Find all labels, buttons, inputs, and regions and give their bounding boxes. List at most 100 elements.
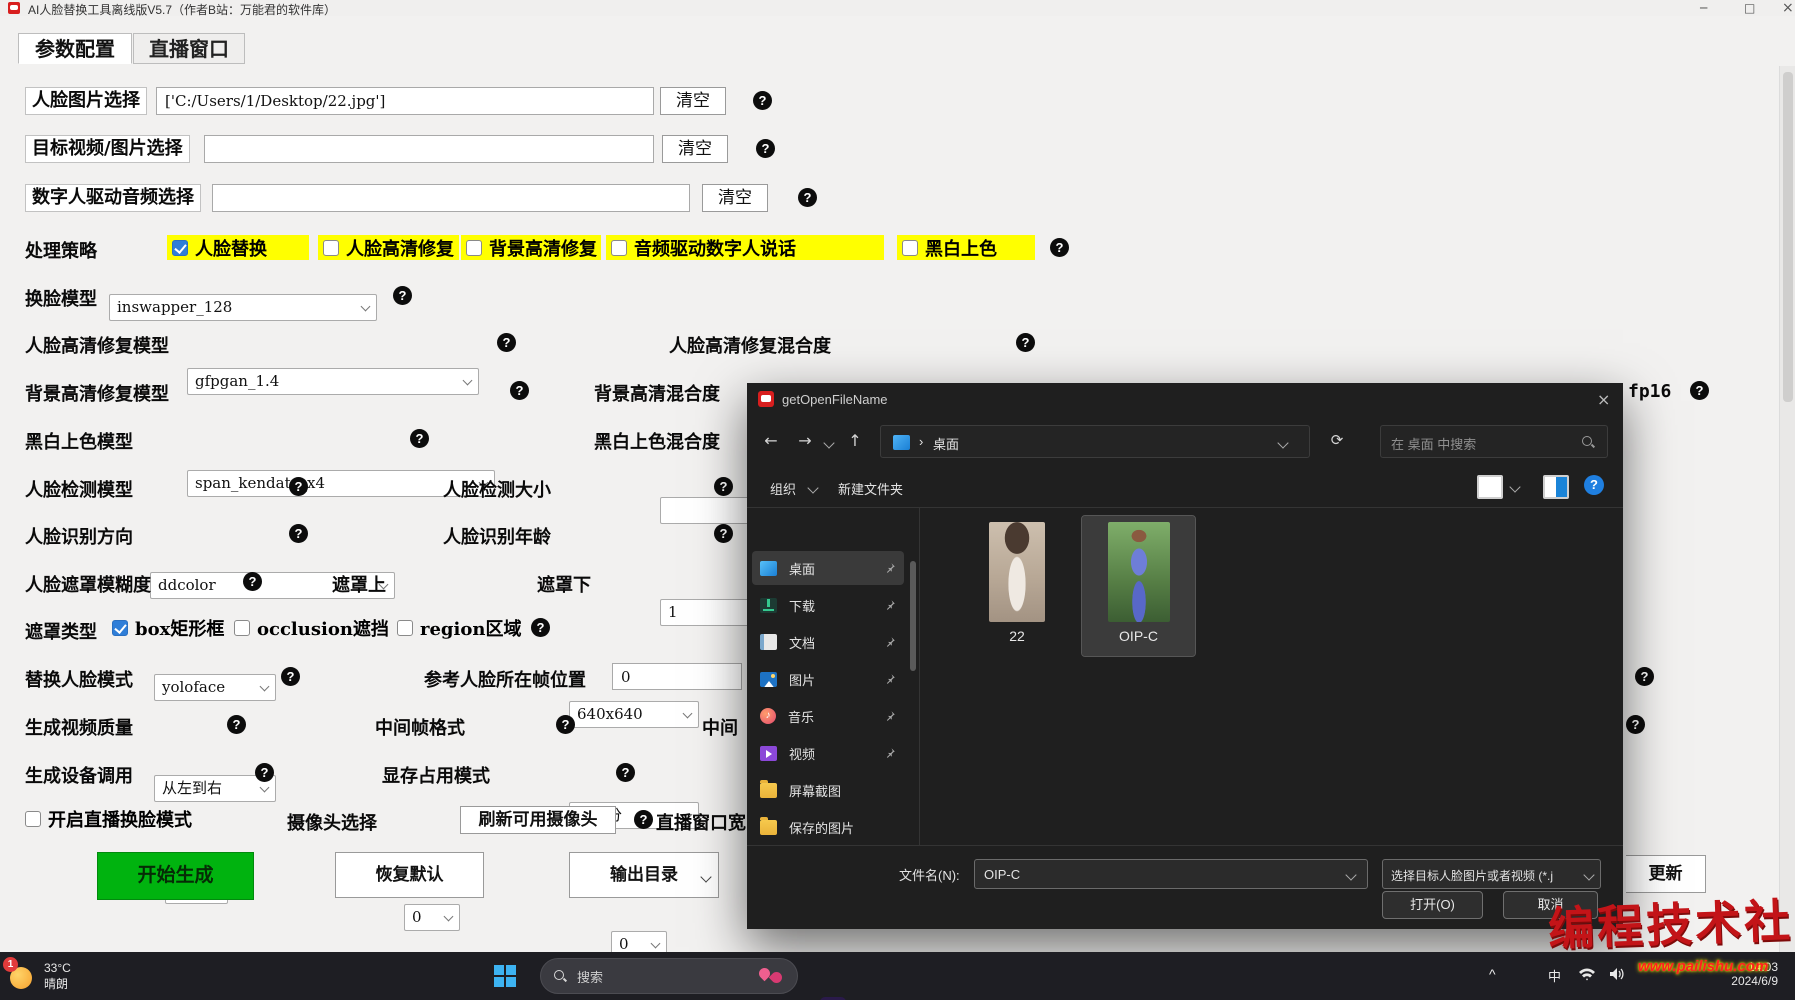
help-camera-icon[interactable]: ? (634, 810, 653, 829)
help-fp16-icon[interactable]: ? (1690, 381, 1709, 400)
speaker-icon[interactable] (1608, 966, 1626, 987)
checkbox-icon[interactable] (234, 619, 250, 636)
dialog-help-icon[interactable]: ? (1584, 475, 1604, 495)
file-tile-oipc[interactable]: OIP-C (1081, 515, 1196, 657)
sidebar-item-saved-pictures[interactable]: 保存的图片 (752, 810, 904, 844)
search-box[interactable]: 在 桌面 中搜索 (1380, 425, 1608, 458)
help-mid-frame-icon[interactable]: ? (556, 715, 575, 734)
nav-forward-icon[interactable]: → (793, 431, 817, 450)
maximize-button[interactable]: □ (1744, 1, 1755, 15)
help-mask-blur-icon[interactable]: ? (243, 572, 262, 591)
wifi-icon[interactable] (1578, 966, 1596, 987)
strategy-bg-restore[interactable]: 背景高清修复 (461, 235, 601, 260)
help-audio-icon[interactable]: ? (798, 188, 817, 207)
view-thumbnails-icon[interactable] (1477, 475, 1503, 499)
ime-indicator[interactable]: 中 (1548, 966, 1561, 985)
refresh-icon[interactable]: ⟳ (1325, 431, 1349, 449)
reference-frame-input[interactable]: 0 (612, 663, 742, 690)
face-image-input[interactable]: ['C:/Users/1/Desktop/22.jpg'] (156, 87, 654, 115)
preview-pane-icon[interactable] (1543, 475, 1569, 499)
mask-up-select[interactable]: 0 (404, 904, 460, 931)
view-chevron-icon[interactable] (1509, 481, 1521, 493)
nav-back-icon[interactable]: ← (759, 431, 783, 450)
taskbar-search[interactable]: 搜索 (540, 958, 798, 994)
refresh-camera-button[interactable]: 刷新可用摄像头 (460, 806, 616, 834)
main-scrollbar-thumb[interactable] (1783, 72, 1793, 402)
checkbox-icon[interactable] (397, 619, 413, 636)
help-swap-model-icon[interactable]: ? (393, 286, 412, 305)
strategy-colorize[interactable]: 黑白上色 (897, 235, 1035, 260)
checkbox-checked-icon[interactable] (172, 239, 188, 256)
mask-type-occlusion[interactable]: occlusion遮挡 (234, 615, 389, 640)
sidebar-item-documents[interactable]: 文档 (752, 625, 904, 659)
checkbox-checked-icon[interactable] (112, 619, 128, 636)
detect-model-select[interactable]: yoloface (154, 674, 276, 701)
tab-params[interactable]: 参数配置 (18, 33, 132, 64)
strategy-face-swap[interactable]: 人脸替换 (167, 235, 309, 260)
audio-drive-input[interactable] (212, 184, 690, 212)
live-swap-checkbox[interactable]: 开启直播换脸模式 (25, 806, 192, 831)
help-colorize-icon[interactable]: ? (410, 429, 429, 448)
help-detect-model-icon[interactable]: ? (289, 477, 308, 496)
checkbox-icon[interactable] (902, 239, 918, 256)
help-direction-icon[interactable]: ? (289, 524, 308, 543)
dialog-close-icon[interactable]: × (1597, 390, 1610, 409)
help-reference-frame-icon[interactable]: ? (1635, 667, 1654, 686)
sidebar-item-screenshots[interactable]: 屏幕截图 (752, 773, 904, 807)
help-face-restore-icon[interactable]: ? (497, 333, 516, 352)
detect-size-select[interactable]: 640x640 (569, 701, 699, 728)
checkbox-icon[interactable] (25, 810, 41, 827)
help-quality-icon[interactable]: ? (227, 715, 246, 734)
new-folder-button[interactable]: 新建文件夹 (838, 479, 903, 498)
help-vram-icon[interactable]: ? (616, 763, 635, 782)
file-tile-22[interactable]: 22 (961, 516, 1073, 652)
help-age-icon[interactable]: ? (714, 524, 733, 543)
help-device-icon[interactable]: ? (255, 763, 274, 782)
help-face-restore-blend-icon[interactable]: ? (1016, 333, 1035, 352)
target-video-input[interactable] (204, 135, 654, 163)
nav-up-icon[interactable]: ↑ (843, 431, 867, 450)
close-button[interactable]: × (1782, 0, 1794, 16)
nav-recent-chevron-icon[interactable] (823, 437, 835, 449)
tray-chevron-icon[interactable]: ^ (1489, 966, 1496, 982)
sidebar-item-downloads[interactable]: 下载 (752, 588, 904, 622)
checkbox-icon[interactable] (611, 239, 627, 256)
sidebar-item-videos[interactable]: 视频 (752, 736, 904, 770)
help-cut-icon[interactable]: ? (1626, 715, 1645, 734)
weather-widget[interactable]: 1 33°C 晴朗 (3, 957, 126, 994)
open-button[interactable]: 打开(O) (1382, 891, 1483, 919)
swap-model-select[interactable]: inswapper_128 (109, 294, 377, 321)
help-replace-mode-icon[interactable]: ? (281, 667, 300, 686)
address-dropdown-chevron-icon[interactable] (1277, 437, 1289, 449)
main-scrollbar[interactable] (1779, 66, 1795, 952)
help-strategy-icon[interactable]: ? (1050, 238, 1069, 257)
restore-defaults-button[interactable]: 恢复默认 (335, 852, 484, 898)
start-button[interactable] (488, 959, 522, 993)
organize-button[interactable]: 组织 (770, 479, 796, 498)
help-face-image-icon[interactable]: ? (753, 91, 772, 110)
taskbar-premiere-icon[interactable]: Pr PRE (816, 993, 850, 1000)
filetype-combo[interactable]: 选择目标人脸图片或者视频 (*.j (1382, 859, 1601, 889)
breadcrumb-desktop[interactable]: 桌面 (933, 434, 959, 453)
start-generate-button[interactable]: 开始生成 (97, 852, 254, 900)
filename-combo[interactable]: OIP-C (974, 859, 1368, 889)
face-restore-model-select[interactable]: gfpgan_1.4 (187, 368, 479, 395)
tab-live-window[interactable]: 直播窗口 (133, 33, 245, 64)
strategy-audio-digital-human[interactable]: 音频驱动数字人说话 (606, 235, 884, 260)
checkbox-icon[interactable] (323, 239, 339, 256)
help-target-video-icon[interactable]: ? (756, 139, 775, 158)
help-bg-restore-icon[interactable]: ? (510, 381, 529, 400)
clear-target-video-button[interactable]: 清空 (662, 135, 728, 163)
sidebar-item-desktop[interactable]: 桌面 (752, 551, 904, 585)
strategy-face-restore[interactable]: 人脸高清修复 (318, 235, 459, 260)
mask-type-box[interactable]: box矩形框 (112, 615, 224, 640)
help-detect-size-icon[interactable]: ? (714, 477, 733, 496)
minimize-button[interactable]: ─ (1700, 1, 1707, 15)
address-bar[interactable]: › 桌面 (880, 425, 1310, 458)
sidebar-scrollbar[interactable] (910, 561, 916, 671)
output-dir-button[interactable]: 输出目录 (569, 852, 719, 898)
clear-audio-button[interactable]: 清空 (702, 184, 768, 212)
sidebar-item-music[interactable]: ♪ 音乐 (752, 699, 904, 733)
clear-face-image-button[interactable]: 清空 (660, 87, 726, 115)
checkbox-icon[interactable] (466, 239, 482, 256)
